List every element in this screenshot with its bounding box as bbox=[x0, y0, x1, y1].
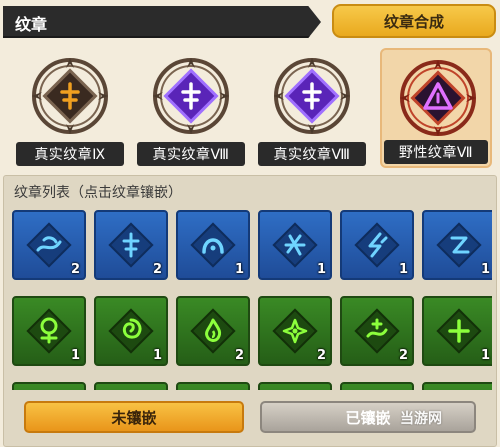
emblem-count: 2 bbox=[316, 348, 326, 363]
equipped-slot-label: 真实纹章Ⅷ bbox=[258, 142, 366, 166]
emblem-cell[interactable]: 1 bbox=[258, 210, 332, 280]
emblem-count: 1 bbox=[234, 262, 244, 277]
emblem-count: 2 bbox=[398, 348, 408, 363]
equipped-slot-label: 真实纹章Ⅸ bbox=[16, 142, 124, 166]
equipped-slot-4[interactable]: 野性纹章Ⅶ bbox=[380, 48, 492, 168]
emblem-cell[interactable] bbox=[422, 382, 492, 390]
watermark: 当游网 bbox=[400, 411, 442, 427]
emblem-cell[interactable]: 2 bbox=[176, 296, 250, 366]
title-bar: 纹章 bbox=[3, 6, 321, 38]
emblem-cell[interactable]: 1 bbox=[422, 296, 492, 366]
emblem-synthesis-button[interactable]: 纹章合成 bbox=[332, 4, 496, 38]
emblem-count: 1 bbox=[152, 348, 162, 363]
header: 纹章 纹章合成 bbox=[0, 0, 500, 48]
emblem-count: 1 bbox=[70, 348, 80, 363]
emblem-cell[interactable]: 1 bbox=[94, 296, 168, 366]
emblem-cell[interactable] bbox=[340, 382, 414, 390]
emblem-cell[interactable]: 2 bbox=[340, 296, 414, 366]
set-filter-button[interactable]: 已镶嵌 bbox=[260, 401, 476, 433]
equipped-slot-1[interactable]: 真实纹章Ⅸ bbox=[14, 48, 126, 168]
triangle-rune-icon bbox=[400, 60, 476, 136]
emblem-cell[interactable]: 2 bbox=[94, 210, 168, 280]
emblem-cell[interactable]: 2 bbox=[12, 210, 86, 280]
equipped-slot-2[interactable]: 真实纹章Ⅷ bbox=[135, 48, 247, 168]
emblem-cell[interactable] bbox=[258, 382, 332, 390]
emblem-count: 2 bbox=[152, 262, 162, 277]
emblem-count: 2 bbox=[234, 348, 244, 363]
emblem-cell[interactable] bbox=[94, 382, 168, 390]
emblem-cell[interactable]: 1 bbox=[422, 210, 492, 280]
equipped-slot-3[interactable]: 真实纹章Ⅷ bbox=[256, 48, 368, 168]
emblem-cell[interactable] bbox=[12, 382, 86, 390]
emblem-count: 1 bbox=[480, 348, 490, 363]
unset-filter-button[interactable]: 未镶嵌 bbox=[24, 401, 244, 433]
emblem-list-title: 纹章列表（点击纹章镶嵌） bbox=[14, 185, 182, 201]
emblem-cell[interactable]: 2 bbox=[258, 296, 332, 366]
page-title: 纹章 bbox=[15, 15, 48, 34]
emblem-count: 1 bbox=[316, 262, 326, 277]
dagger-rune-icon bbox=[32, 58, 108, 134]
equipped-slots: 真实纹章Ⅸ 真实纹章Ⅷ 真实纹章Ⅷ 野性纹章Ⅶ bbox=[0, 44, 500, 172]
emblem-count: 1 bbox=[398, 262, 408, 277]
emblem-count: 2 bbox=[70, 262, 80, 277]
emblem-cell[interactable]: 1 bbox=[176, 210, 250, 280]
emblem-grid[interactable]: 2 2 1 1 1 1 1 1 2 2 2 1 bbox=[12, 210, 492, 390]
dagger-rune-icon bbox=[274, 58, 350, 134]
emblem-cell[interactable]: 1 bbox=[12, 296, 86, 366]
emblem-count: 1 bbox=[480, 262, 490, 277]
equipped-slot-label: 野性纹章Ⅶ bbox=[384, 140, 488, 164]
equipped-slot-label: 真实纹章Ⅷ bbox=[137, 142, 245, 166]
dagger-rune-icon bbox=[153, 58, 229, 134]
emblem-cell[interactable] bbox=[176, 382, 250, 390]
emblem-cell[interactable]: 1 bbox=[340, 210, 414, 280]
